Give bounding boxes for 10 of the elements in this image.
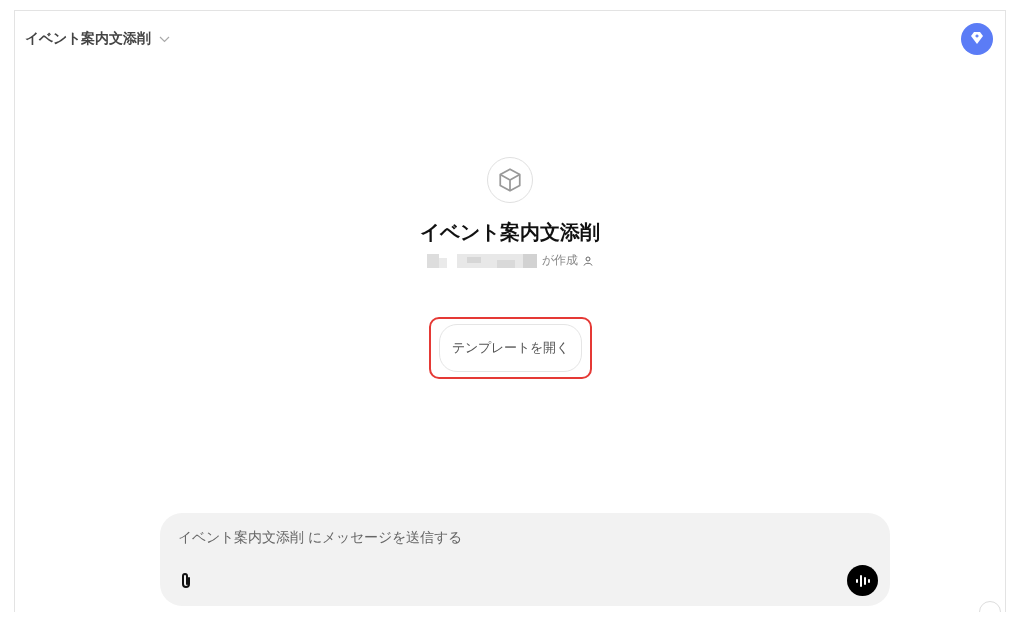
voice-button[interactable] — [847, 565, 878, 596]
template-button[interactable]: テンプレートを開く — [438, 324, 582, 372]
message-input[interactable]: イベント案内文添削 にメッセージを送信する — [178, 529, 878, 545]
chevron-down-icon — [159, 35, 170, 43]
gpt-title: イベント案内文添削 — [420, 219, 600, 246]
person-icon — [583, 255, 593, 266]
waveform-icon — [854, 573, 871, 588]
gpt-menu[interactable]: イベント案内文添削 — [25, 30, 170, 48]
creator-label: が作成 — [542, 252, 578, 269]
cube-icon — [497, 167, 523, 193]
